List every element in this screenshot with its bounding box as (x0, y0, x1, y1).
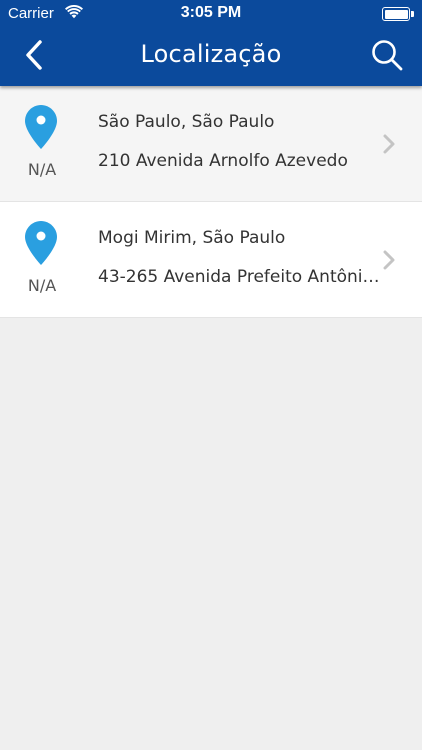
location-row[interactable]: N/A São Paulo, São Paulo 210 Avenida Arn… (0, 86, 422, 202)
location-address: 210 Avenida Arnolfo Azevedo (98, 151, 348, 171)
location-list: N/A São Paulo, São Paulo 210 Avenida Arn… (0, 86, 422, 318)
location-city: Mogi Mirim, São Paulo (98, 228, 286, 248)
search-button[interactable] (370, 38, 404, 72)
chevron-right-icon (383, 134, 395, 154)
distance-label: N/A (27, 276, 57, 295)
location-row[interactable]: N/A Mogi Mirim, São Paulo 43-265 Avenida… (0, 202, 422, 318)
search-icon (372, 40, 403, 71)
map-pin-icon (25, 105, 57, 149)
status-bar: Carrier 3:05 PM (0, 0, 422, 28)
back-button[interactable] (18, 38, 54, 72)
distance-label: N/A (27, 160, 57, 179)
chevron-right-icon (383, 250, 395, 270)
location-address: 43-265 Avenida Prefeito Antônio… (98, 267, 382, 287)
page-title: Localização (140, 40, 282, 68)
navigation-bar: Localização (0, 28, 422, 84)
location-city: São Paulo, São Paulo (98, 112, 275, 132)
map-pin-icon (25, 221, 57, 265)
app-header: Carrier 3:05 PM Localização (0, 0, 422, 86)
battery-icon (382, 7, 414, 21)
status-time: 3:05 PM (180, 4, 242, 21)
chevron-left-icon (26, 40, 42, 70)
